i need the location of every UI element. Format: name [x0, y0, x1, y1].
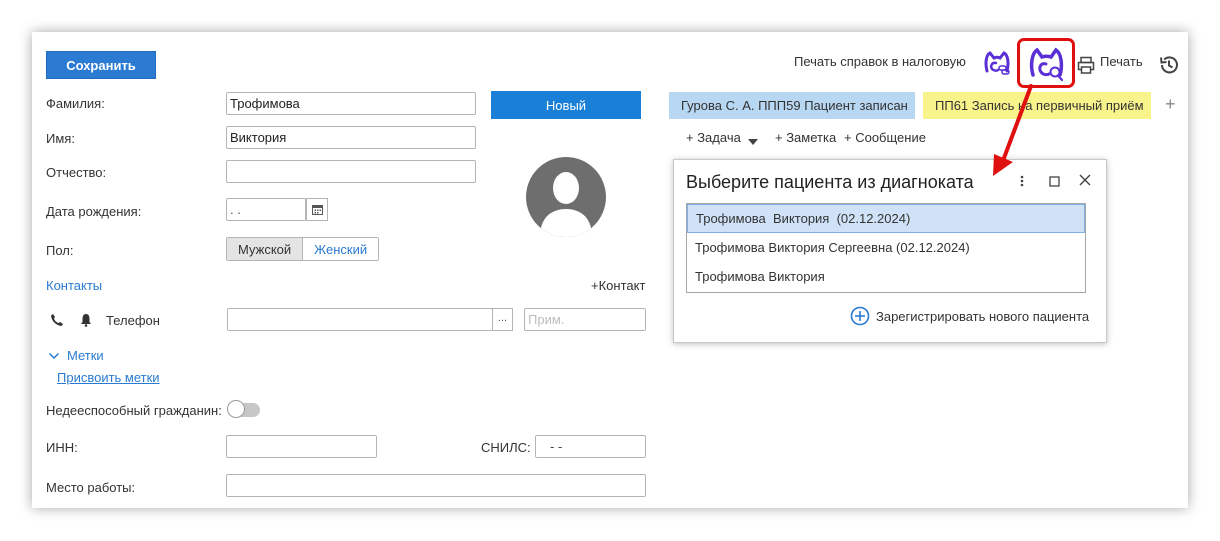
list-item[interactable]: Трофимова Виктория — [687, 262, 1085, 291]
select-patient-popup: Выберите пациента из диагноката Трофимов… — [673, 159, 1107, 343]
workplace-field[interactable] — [226, 474, 646, 497]
birthdate-label: Дата рождения: — [46, 204, 142, 219]
phone-label: Телефон — [106, 313, 160, 328]
snils-label: СНИЛС: — [481, 440, 531, 455]
patient-list: Трофимова Виктория (02.12.2024) Трофимов… — [686, 203, 1086, 293]
caret-down-icon[interactable] — [748, 134, 758, 145]
add-tab-icon[interactable]: + — [1165, 94, 1176, 115]
gender-selector: Мужской Женский — [226, 237, 380, 261]
name-label: Имя: — [46, 131, 75, 146]
add-message-button[interactable]: + Сообщение — [844, 130, 926, 145]
phone-note-field[interactable]: Прим. — [524, 308, 646, 331]
bell-icon[interactable] — [80, 313, 92, 327]
plus-circle-icon — [850, 306, 870, 326]
diagnocat-link-icon[interactable] — [982, 49, 1012, 79]
surname-label: Фамилия: — [46, 96, 105, 111]
add-note-button[interactable]: + Заметка — [775, 130, 836, 145]
surname-field[interactable]: Трофимова — [226, 92, 476, 115]
register-new-patient-button[interactable]: Зарегистрировать нового пациента — [850, 306, 1089, 326]
snils-field[interactable]: - - — [535, 435, 646, 458]
printer-icon[interactable] — [1077, 56, 1095, 74]
save-button[interactable]: Сохранить — [46, 51, 156, 79]
close-icon[interactable] — [1079, 174, 1091, 186]
phone-icon — [50, 313, 64, 327]
chevron-down-icon[interactable] — [48, 349, 60, 360]
add-contact-link[interactable]: +Контакт — [591, 278, 645, 293]
incapable-label: Недееспособный гражданин: — [46, 403, 222, 418]
register-new-patient-label: Зарегистрировать нового пациента — [876, 308, 1090, 324]
gender-male-option[interactable]: Мужской — [227, 238, 304, 260]
add-task-button[interactable]: + Задача — [686, 130, 741, 145]
annotation-arrow-icon — [993, 84, 1033, 176]
avatar — [526, 157, 606, 237]
inn-label: ИНН: — [46, 440, 78, 455]
print-button[interactable]: Печать — [1100, 54, 1143, 69]
add-task-label: + Задача — [686, 130, 741, 145]
new-status-button[interactable]: Новый — [491, 91, 641, 119]
birthdate-field[interactable]: . . — [226, 198, 306, 221]
workplace-label: Место работы: — [46, 480, 136, 495]
diagnocat-search-icon[interactable] — [1027, 45, 1067, 83]
list-item[interactable]: Трофимова Виктория Сергеевна (02.12.2024… — [687, 233, 1085, 262]
gender-label: Пол: — [46, 243, 74, 258]
name-field[interactable]: Виктория — [226, 126, 476, 149]
gender-female-option[interactable]: Женский — [303, 238, 379, 260]
phone-field[interactable] — [227, 308, 493, 331]
incapable-toggle[interactable] — [227, 400, 260, 418]
phone-more-button[interactable]: ... — [492, 308, 513, 331]
patronymic-field[interactable] — [226, 160, 476, 183]
patronymic-label: Отчество: — [46, 165, 107, 180]
maximize-icon[interactable] — [1049, 175, 1060, 187]
popup-title: Выберите пациента из диагноката — [686, 172, 974, 192]
tags-section-label[interactable]: Метки — [67, 348, 104, 363]
list-item[interactable]: Трофимова Виктория (02.12.2024) — [687, 204, 1085, 233]
assign-tags-link[interactable]: Присвоить метки — [57, 370, 160, 385]
tab-appointment-doctor[interactable]: Гурова С. А. ППП59 Пациент записан — [669, 92, 915, 119]
contacts-section-label[interactable]: Контакты — [46, 278, 102, 293]
patient-form-window: Сохранить Печать справок в налоговую Печ… — [32, 32, 1188, 508]
calendar-icon[interactable] — [306, 198, 328, 221]
print-tax-certificates-link[interactable]: Печать справок в налоговую — [794, 54, 966, 69]
inn-field[interactable] — [226, 435, 377, 458]
history-icon[interactable] — [1158, 54, 1180, 76]
